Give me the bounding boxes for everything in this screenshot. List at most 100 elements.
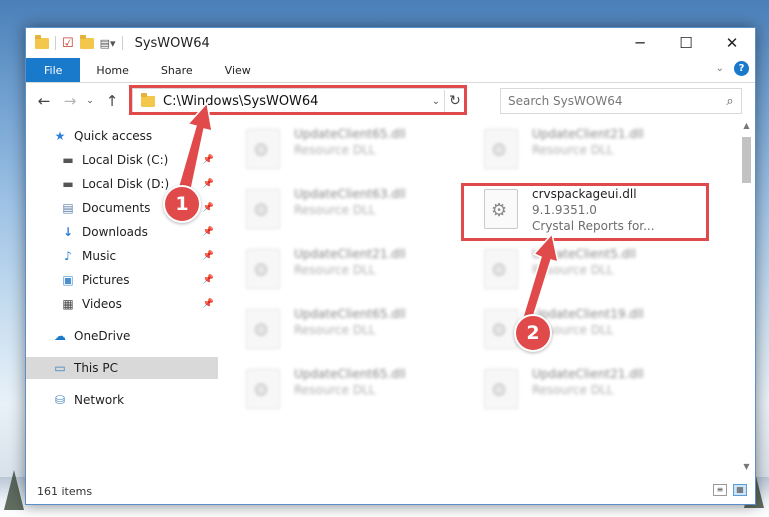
item-count: 161 items [37,484,93,498]
pin-icon[interactable]: 📌 [203,299,214,309]
tiles-view-icon[interactable]: ▦ [733,484,747,496]
file-type: Resource DLL [294,263,376,277]
sidebar-item-network[interactable]: ⛁ Network [26,389,218,411]
sidebar-item-downloads[interactable]: ↓ Downloads 📌 [26,221,218,243]
pin-icon[interactable]: 📌 [203,155,214,165]
file-type: Resource DLL [294,323,376,337]
expand-ribbon-icon[interactable]: ⌄ [716,63,724,74]
ribbon-right: ⌄ ? [716,61,749,76]
background-tree [4,470,24,510]
pictures-icon: ▣ [62,273,74,287]
divider [121,36,123,50]
tab-share[interactable]: Share [145,58,209,82]
details-view-icon[interactable]: ≡ [713,484,727,496]
help-icon[interactable]: ? [734,61,749,76]
file-name: UpdateClient21.dll [532,127,644,141]
tab-home[interactable]: Home [80,58,144,82]
pin-icon[interactable]: 📌 [203,275,214,285]
dll-file-icon [246,369,280,409]
pin-icon[interactable]: 📌 [203,203,214,213]
documents-icon: ▤ [62,201,74,215]
star-icon: ★ [54,129,66,143]
search-box[interactable]: Search SysWOW64 ⌕ [500,88,742,114]
explorer-body: ★ Quick access ▬ Local Disk (C:) 📌 ▬ Loc… [26,119,755,478]
window-controls: ─ ☐ ✕ [617,28,755,58]
file-tile[interactable]: UpdateClient21.dll Resource DLL [464,121,694,181]
recent-locations-icon[interactable]: ⌄ [80,96,100,106]
ribbon: File Home Share View ⌄ ? [26,58,755,83]
file-tile[interactable]: UpdateClient5.dll Resource DLL [464,241,694,301]
forward-icon[interactable]: → [60,92,80,110]
properties-icon[interactable]: ☑ [62,36,74,51]
sidebar-item-local-disk-c[interactable]: ▬ Local Disk (C:) 📌 [26,149,218,171]
search-icon[interactable]: ⌕ [719,94,741,109]
dll-file-icon [246,249,280,289]
sidebar-item-label: Pictures [82,273,130,287]
sidebar-item-label: Local Disk (D:) [82,177,170,191]
drive-icon: ▬ [62,153,74,167]
up-icon[interactable]: ↑ [102,92,122,110]
explorer-window: ☑ ▤▾ SysWOW64 ─ ☐ ✕ File Home Share View… [25,27,756,505]
vertical-scrollbar[interactable]: ▲ ▼ [738,119,755,478]
file-name: UpdateClient21.dll [532,367,644,381]
tab-view[interactable]: View [209,58,267,82]
file-type: Resource DLL [294,383,376,397]
window-title: SysWOW64 [134,35,210,51]
dll-file-icon [484,129,518,169]
file-tile[interactable]: UpdateClient65.dll Resource DLL [226,361,456,421]
computer-icon: ▭ [54,361,66,375]
sidebar-item-label: Music [82,249,117,263]
sidebar-item-label: This PC [74,361,118,375]
sidebar-item-label: Quick access [74,129,153,143]
new-folder-icon[interactable] [79,34,94,49]
music-icon: ♪ [64,249,72,263]
divider [55,36,56,50]
file-name: UpdateClient65.dll [294,367,406,381]
sidebar-item-label: OneDrive [74,329,131,343]
sidebar-item-label: Network [74,393,125,407]
sidebar-item-this-pc[interactable]: ▭ This PC [26,357,218,379]
search-input[interactable]: Search SysWOW64 [508,94,719,108]
back-icon[interactable]: ← [34,92,54,110]
customize-toolbar-icon[interactable]: ▤▾ [100,37,116,50]
sidebar-item-videos[interactable]: ▦ Videos 📌 [26,293,218,315]
sidebar-item-label: Documents [82,201,151,215]
maximize-button[interactable]: ☐ [663,28,709,58]
pin-icon[interactable]: 📌 [203,251,214,261]
scroll-down-icon[interactable]: ▼ [738,462,755,476]
file-tile[interactable]: UpdateClient19.dll Resource DLL [464,301,694,361]
sidebar-item-onedrive[interactable]: ☁ OneDrive [26,325,218,347]
close-button[interactable]: ✕ [709,28,755,58]
file-tile[interactable]: UpdateClient65.dll Resource DLL [226,301,456,361]
cloud-icon: ☁ [54,329,66,343]
file-tile[interactable]: UpdateClient63.dll Resource DLL [226,181,456,241]
pin-icon[interactable]: 📌 [203,179,214,189]
tab-file[interactable]: File [26,58,81,82]
file-type: Resource DLL [532,143,614,157]
dll-file-icon [484,249,518,289]
file-name: UpdateClient21.dll [294,247,406,261]
file-tile[interactable]: UpdateClient21.dll Resource DLL [226,241,456,301]
downloads-icon: ↓ [62,225,74,239]
file-name: UpdateClient65.dll [294,127,406,141]
scroll-up-icon[interactable]: ▲ [738,121,755,135]
minimize-button[interactable]: ─ [617,28,663,58]
file-name: UpdateClient63.dll [294,187,406,201]
sidebar-item-quick-access[interactable]: ★ Quick access [26,125,218,147]
scroll-thumb[interactable] [742,137,751,183]
file-name: UpdateClient19.dll [532,307,644,321]
drive-icon: ▬ [62,177,74,191]
file-name: UpdateClient65.dll [294,307,406,321]
file-highlight [461,183,709,241]
status-bar: 161 items ≡ ▦ [26,478,755,504]
sidebar-item-pictures[interactable]: ▣ Pictures 📌 [26,269,218,291]
sidebar-item-label: Local Disk (C:) [82,153,169,167]
sidebar-item-music[interactable]: ♪ Music 📌 [26,245,218,267]
sidebar-item-label: Videos [82,297,122,311]
file-type: Resource DLL [294,143,376,157]
navigation-bar: ← → ⌄ ↑ C:\Windows\SysWOW64 ⌄ ↻ Search S… [26,83,755,119]
pin-icon[interactable]: 📌 [203,227,214,237]
file-tile[interactable]: UpdateClient65.dll Resource DLL [226,121,456,181]
file-tile[interactable]: UpdateClient21.dll Resource DLL [464,361,694,421]
file-type: Resource DLL [532,383,614,397]
